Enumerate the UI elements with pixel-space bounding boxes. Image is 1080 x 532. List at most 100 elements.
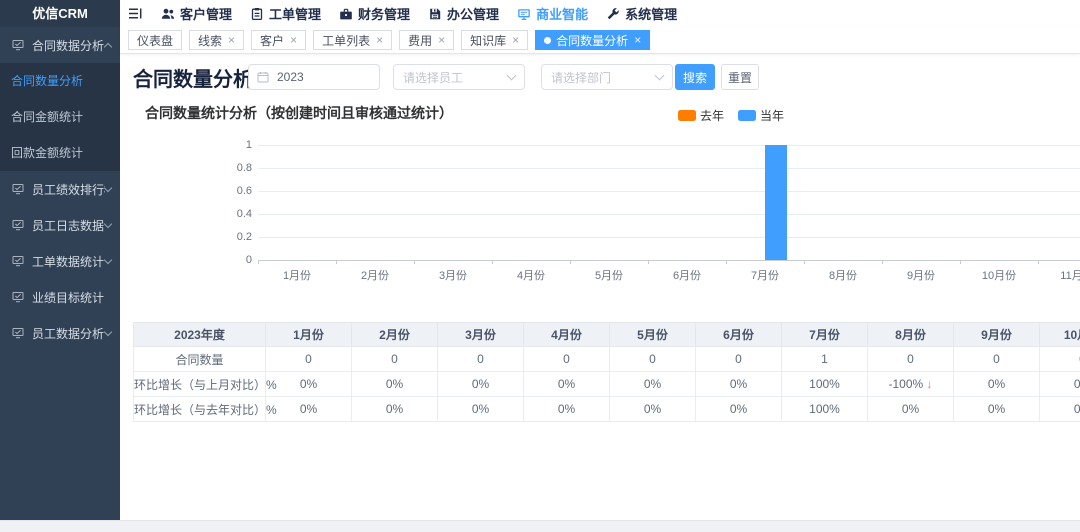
tab[interactable]: 合同数量分析 × <box>535 30 650 50</box>
sidebar-subitem[interactable]: 回款金额统计 <box>0 135 120 171</box>
table-header-cell: 8月份 <box>868 323 954 347</box>
clipboard-icon <box>250 7 264 21</box>
legend-item[interactable]: 去年 <box>678 107 724 124</box>
close-icon[interactable]: × <box>228 34 235 46</box>
tab-label: 费用 <box>408 32 432 49</box>
tab[interactable]: 工单列表 × <box>313 30 392 50</box>
x-axis-tick <box>492 260 493 264</box>
table-cell: 0% <box>438 372 524 397</box>
search-button[interactable]: 搜索 <box>675 64 715 90</box>
chart-bar <box>765 145 787 260</box>
x-axis-label: 11月份 <box>1038 267 1080 283</box>
table-row: 环比增长（与上月对比）%0%0%0%0%0%0%100%-100% ↓0%0% <box>134 372 1080 397</box>
sidebar-item-label: 员工数据分析 <box>32 325 104 342</box>
gridline <box>258 237 1080 238</box>
tab[interactable]: 费用 × <box>399 30 454 50</box>
legend-swatch <box>738 110 756 121</box>
arrow-down-icon: ↓ <box>927 377 933 391</box>
tab[interactable]: 线索× <box>189 30 244 50</box>
calendar-icon <box>257 71 269 83</box>
topnav-item-label: 工单管理 <box>269 4 321 23</box>
reset-button[interactable]: 重置 <box>721 64 759 90</box>
close-icon[interactable]: × <box>512 34 519 46</box>
chevron-down-icon <box>507 71 517 81</box>
sidebar-item[interactable]: 业绩目标统计 <box>0 279 120 315</box>
table-header-cell: 1月份 <box>266 323 352 347</box>
table-cell: 0% <box>524 372 610 397</box>
panel-icon <box>12 327 24 339</box>
topnav-item[interactable]: 工单管理 <box>250 4 321 23</box>
row-label-cell: 环比增长（与去年对比）% <box>134 397 266 422</box>
table-cell: 0% <box>1040 397 1080 422</box>
table-cell: 0% <box>868 397 954 422</box>
x-axis-tick <box>648 260 649 264</box>
table-cell: 0% <box>1040 372 1080 397</box>
chevron-up-icon <box>104 42 112 50</box>
tabs-bar: 仪表盘线索× 客户× 工单列表 × 费用 × 知识库 × 合同数量分析 × <box>120 27 1080 54</box>
department-select[interactable]: 请选择部门 <box>541 64 673 90</box>
x-axis-label: 9月份 <box>882 267 960 283</box>
close-icon[interactable]: × <box>376 34 383 46</box>
topnav-item[interactable]: 客户管理 <box>161 4 232 23</box>
sidebar-subitem[interactable]: 合同金额统计 <box>0 99 120 135</box>
table-header-cell: 7月份 <box>782 323 868 347</box>
x-axis-tick <box>336 260 337 264</box>
table-cell: 0 <box>868 347 954 372</box>
x-axis-label: 7月份 <box>726 267 804 283</box>
table-cell: 0 <box>1040 347 1080 372</box>
close-icon[interactable]: × <box>634 34 641 46</box>
legend-swatch <box>678 110 696 121</box>
gridline <box>258 191 1080 192</box>
gridline <box>258 260 1080 261</box>
brand-logo: 优信CRM <box>0 0 120 27</box>
topnav-item[interactable]: 财务管理 <box>339 4 410 23</box>
sidebar-item[interactable]: 员工日志数据... <box>0 207 120 243</box>
panel-icon <box>12 183 24 195</box>
topnav-item[interactable]: 办公管理 <box>428 4 499 23</box>
table-header-cell: 9月份 <box>954 323 1040 347</box>
y-axis-label: 0.6 <box>222 185 252 197</box>
table-cell: 1 <box>782 347 868 372</box>
legend-item[interactable]: 当年 <box>738 107 784 124</box>
table-cell: 0 <box>352 347 438 372</box>
sidebar: 优信CRM 合同数据分析合同数量分析合同金额统计回款金额统计员工绩效排行榜员工日… <box>0 0 120 521</box>
tab[interactable]: 仪表盘 <box>128 30 182 50</box>
tab[interactable]: 知识库 × <box>461 30 528 50</box>
horizontal-scrollbar[interactable] <box>0 520 1080 532</box>
employee-select[interactable]: 请选择员工 <box>393 64 525 90</box>
table-cell: 0% <box>352 397 438 422</box>
tab-label: 工单列表 <box>322 32 370 49</box>
sidebar-item[interactable]: 员工数据分析 <box>0 315 120 351</box>
tab-label: 合同数量分析 <box>556 32 628 49</box>
monitor-icon <box>517 7 531 21</box>
x-axis-tick <box>960 260 961 264</box>
x-axis-tick <box>258 260 259 264</box>
tab-label: 知识库 <box>470 32 506 49</box>
x-axis-tick <box>882 260 883 264</box>
tab[interactable]: 客户× <box>251 30 306 50</box>
gridline <box>258 214 1080 215</box>
close-icon[interactable]: × <box>290 34 297 46</box>
sidebar-submenu: 合同数量分析合同金额统计回款金额统计 <box>0 63 120 171</box>
x-axis-tick <box>570 260 571 264</box>
sidebar-item[interactable]: 合同数据分析 <box>0 27 120 63</box>
year-input[interactable] <box>275 69 369 85</box>
chevron-down-icon <box>104 183 112 191</box>
stats-table-wrap: 2023年度1月份2月份3月份4月份5月份6月份7月份8月份9月份10月份合同数… <box>133 322 1080 422</box>
topnav-item[interactable]: 商业智能 <box>517 4 588 23</box>
sidebar-item[interactable]: 员工绩效排行榜 <box>0 171 120 207</box>
close-icon[interactable]: × <box>438 34 445 46</box>
table-cell: 0% <box>352 372 438 397</box>
sidebar-subitem[interactable]: 合同数量分析 <box>0 63 120 99</box>
panel-icon <box>12 39 24 51</box>
x-axis-label: 8月份 <box>804 267 882 283</box>
topnav-item[interactable]: 系统管理 <box>606 4 677 23</box>
topnav-item-label: 客户管理 <box>180 4 232 23</box>
sidebar-item-label: 合同数据分析 <box>32 37 104 54</box>
year-picker[interactable] <box>248 64 380 90</box>
sidebar-item[interactable]: 工单数据统计 <box>0 243 120 279</box>
gridline <box>258 145 1080 146</box>
bar-chart: 00.20.40.60.811月份2月份3月份4月份5月份6月份7月份8月份9月… <box>120 139 1080 289</box>
hamburger-icon[interactable] <box>128 7 143 20</box>
table-header-cell: 6月份 <box>696 323 782 347</box>
